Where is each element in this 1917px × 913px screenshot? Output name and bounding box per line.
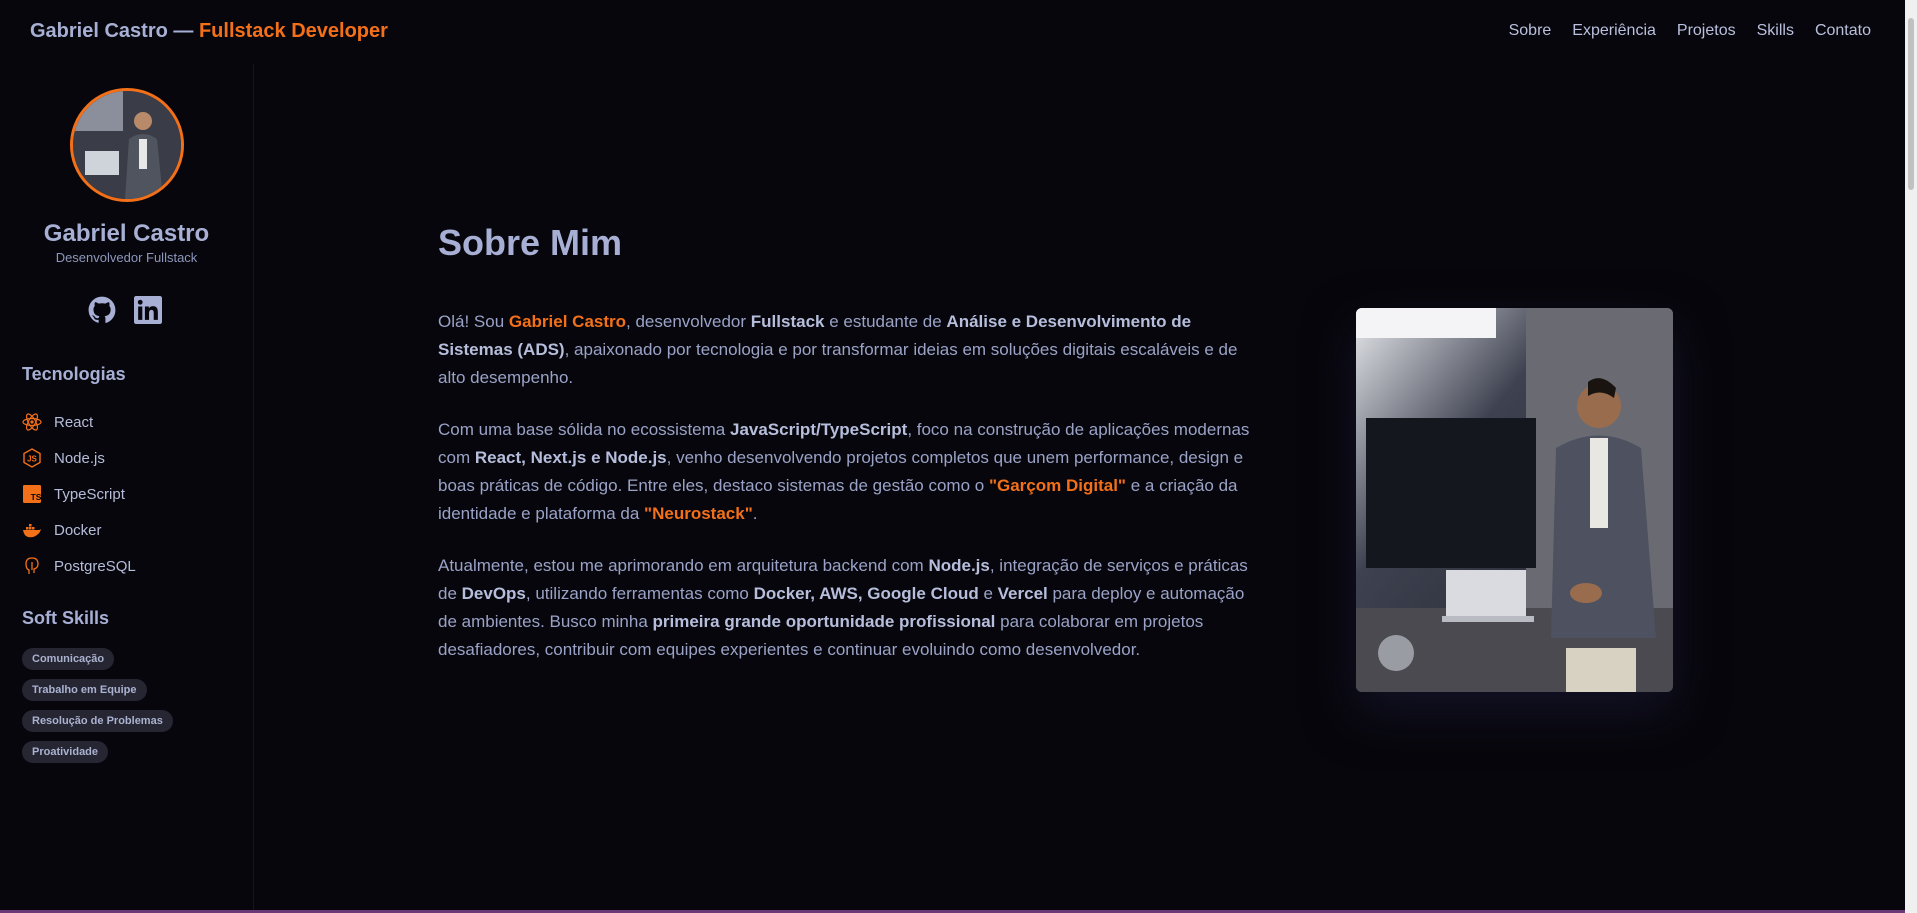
body-text: Atualmente, estou me aprimorando em arqu… bbox=[438, 556, 929, 575]
react-icon bbox=[22, 412, 42, 432]
github-icon[interactable] bbox=[88, 296, 116, 324]
brand-title[interactable]: Gabriel Castro — Fullstack Developer bbox=[30, 20, 388, 43]
tech-item-react: React bbox=[22, 404, 136, 440]
emphasis-text: primeira grande oportunidade profissiona… bbox=[652, 612, 996, 631]
tech-item-docker: Docker bbox=[22, 512, 136, 548]
scrollbar-thumb[interactable] bbox=[1908, 18, 1914, 190]
nav-link-skills[interactable]: Skills bbox=[1757, 22, 1794, 40]
nav-link-sobre[interactable]: Sobre bbox=[1509, 22, 1552, 40]
body-text: e estudante de bbox=[824, 312, 947, 331]
about-paragraph-2: Com uma base sólida no ecossistema JavaS… bbox=[438, 416, 1250, 528]
docker-icon bbox=[22, 520, 42, 540]
svg-text:JS: JS bbox=[27, 455, 37, 464]
tech-label: Docker bbox=[54, 521, 102, 539]
brand-role: Fullstack Developer bbox=[198, 20, 388, 42]
skill-chip: Comunicação bbox=[22, 648, 115, 670]
tech-item-typescript: TS TypeScript bbox=[22, 476, 136, 512]
highlight-text: "Garçom Digital" bbox=[988, 476, 1126, 495]
nav-link-projetos[interactable]: Projetos bbox=[1677, 22, 1736, 40]
nodejs-icon: JS bbox=[22, 448, 42, 468]
emphasis-text: JavaScript/TypeScript bbox=[729, 420, 908, 439]
about-paragraph-3: Atualmente, estou me aprimorando em arqu… bbox=[438, 552, 1250, 664]
tech-item-postgresql: PostgreSQL bbox=[22, 548, 136, 584]
brand-name: Gabriel Castro — bbox=[30, 20, 194, 42]
about-paragraph-1: Olá! Sou Gabriel Castro, desenvolvedor F… bbox=[438, 308, 1250, 392]
emphasis-text: Node.js bbox=[928, 556, 990, 575]
tech-label: React bbox=[54, 413, 94, 431]
svg-text:TS: TS bbox=[31, 492, 42, 502]
page-scrollbar[interactable] bbox=[1905, 0, 1917, 913]
body-text: Com uma base sólida no ecossistema bbox=[438, 420, 730, 439]
tech-label: TypeScript bbox=[54, 485, 125, 503]
body-text: , utilizando ferramentas como bbox=[525, 584, 754, 603]
tech-label: PostgreSQL bbox=[54, 557, 136, 575]
body-text: e bbox=[978, 584, 998, 603]
skill-chip: Resolução de Problemas bbox=[22, 710, 173, 732]
section-title: Sobre Mim bbox=[438, 222, 623, 263]
emphasis-text: React, Next.js e Node.js bbox=[474, 448, 667, 467]
highlight-text: "Neurostack" bbox=[644, 504, 753, 523]
nav-link-experiencia[interactable]: Experiência bbox=[1572, 22, 1656, 40]
tech-label: Node.js bbox=[54, 449, 105, 467]
skill-chip: Proatividade bbox=[22, 741, 109, 763]
tech-item-nodejs: JS Node.js bbox=[22, 440, 136, 476]
profile-photo bbox=[1356, 308, 1673, 692]
body-text: , desenvolvedor bbox=[626, 312, 751, 331]
technologies-list: React JS Node.js TS TypeScript Docker Po… bbox=[22, 404, 136, 584]
sidebar: Gabriel Castro Desenvolvedor Fullstack T… bbox=[0, 64, 254, 913]
top-navbar: Gabriel Castro — Fullstack Developer Sob… bbox=[0, 0, 1905, 64]
highlight-text: Gabriel Castro bbox=[508, 312, 627, 331]
skill-chip: Trabalho em Equipe bbox=[22, 679, 147, 701]
body-text: . bbox=[752, 504, 758, 523]
social-links bbox=[88, 296, 162, 324]
emphasis-text: Fullstack bbox=[750, 312, 825, 331]
profile-name: Gabriel Castro bbox=[43, 220, 210, 247]
soft-skills-list: Comunicação Trabalho em Equipe Resolução… bbox=[22, 648, 173, 772]
profile-role: Desenvolvedor Fullstack bbox=[55, 250, 198, 265]
linkedin-icon[interactable] bbox=[134, 296, 162, 324]
emphasis-text: DevOps bbox=[461, 584, 526, 603]
emphasis-text: Docker, AWS, Google Cloud bbox=[753, 584, 979, 603]
postgresql-icon bbox=[22, 556, 42, 576]
technologies-heading: Tecnologias bbox=[22, 364, 126, 384]
nav-link-contato[interactable]: Contato bbox=[1815, 22, 1871, 40]
avatar bbox=[70, 88, 184, 202]
typescript-icon: TS bbox=[22, 484, 42, 504]
soft-skills-heading: Soft Skills bbox=[22, 608, 110, 628]
main-nav: Sobre Experiência Projetos Skills Contat… bbox=[1488, 22, 1871, 40]
body-text: Olá! Sou bbox=[438, 312, 509, 331]
emphasis-text: Vercel bbox=[997, 584, 1048, 603]
